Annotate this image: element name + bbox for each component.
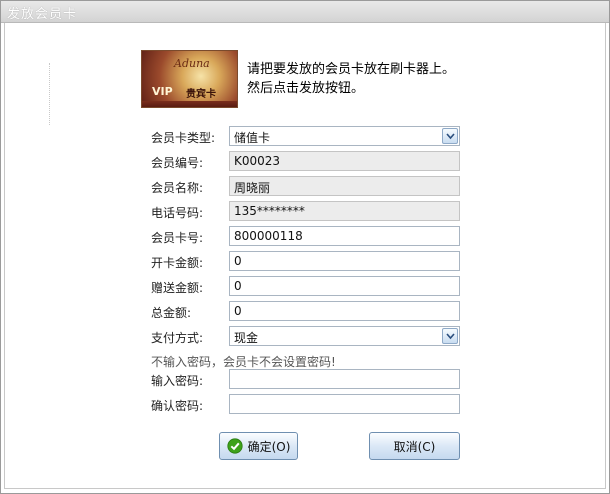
password-field[interactable] <box>229 369 460 389</box>
title-bar[interactable]: 发放会员卡 <box>1 1 609 23</box>
issue-member-card-dialog: 发放会员卡 Aduna VIP 贵宾卡 请把要发放的会员卡放在刷卡器上。 然后点… <box>0 0 610 494</box>
payment-method-value: 现金 <box>234 331 259 345</box>
card-type-value: 储值卡 <box>234 131 271 145</box>
ok-button-label: 确定(O) <box>247 439 291 454</box>
bonus-amount-field[interactable]: 0 <box>229 276 460 296</box>
card-type-select[interactable]: 储值卡 <box>229 126 460 146</box>
cancel-button[interactable]: 取消(C) <box>369 432 460 460</box>
card-type-label: 会员卡类型: <box>151 131 216 145</box>
card-number-field[interactable]: 800000118 <box>229 226 460 246</box>
ok-button[interactable]: 确定(O) <box>219 432 298 460</box>
member-name-field: 周晓丽 <box>229 176 460 196</box>
window-title: 发放会员卡 <box>7 7 78 22</box>
chevron-down-icon[interactable] <box>442 128 458 144</box>
instruction-line-1: 请把要发放的会员卡放在刷卡器上。 <box>247 62 456 77</box>
payment-method-select[interactable]: 现金 <box>229 326 460 346</box>
confirm-password-label: 确认密码: <box>151 399 204 413</box>
opening-amount-label: 开卡金额: <box>151 256 204 270</box>
phone-label: 电话号码: <box>151 206 204 220</box>
member-card-image: Aduna VIP 贵宾卡 <box>141 50 238 108</box>
card-vip-text: VIP <box>152 85 173 98</box>
bonus-amount-label: 赠送金额: <box>151 281 204 295</box>
card-stripe <box>142 101 237 107</box>
dotted-divider <box>49 63 50 125</box>
member-id-field: K00023 <box>229 151 460 171</box>
card-label-text: 贵宾卡 <box>186 89 216 100</box>
phone-field: 135******** <box>229 201 460 221</box>
instruction-line-2: 然后点击发放按钮。 <box>247 81 365 96</box>
total-amount-label: 总金额: <box>151 306 192 320</box>
card-brand-script: Aduna <box>174 57 210 70</box>
opening-amount-field[interactable]: 0 <box>229 251 460 271</box>
member-name-label: 会员名称: <box>151 181 204 195</box>
member-id-label: 会员编号: <box>151 156 204 170</box>
password-label: 输入密码: <box>151 374 204 388</box>
card-number-label: 会员卡号: <box>151 231 204 245</box>
password-hint: 不输入密码，会员卡不会设置密码! <box>151 355 336 369</box>
confirm-password-field[interactable] <box>229 394 460 414</box>
instruction-text: 请把要发放的会员卡放在刷卡器上。 然后点击发放按钮。 <box>247 60 455 98</box>
check-circle-icon <box>226 438 243 454</box>
total-amount-field[interactable]: 0 <box>229 301 460 321</box>
cancel-button-label: 取消(C) <box>393 439 436 454</box>
chevron-down-icon[interactable] <box>442 328 458 344</box>
payment-method-label: 支付方式: <box>151 331 204 345</box>
